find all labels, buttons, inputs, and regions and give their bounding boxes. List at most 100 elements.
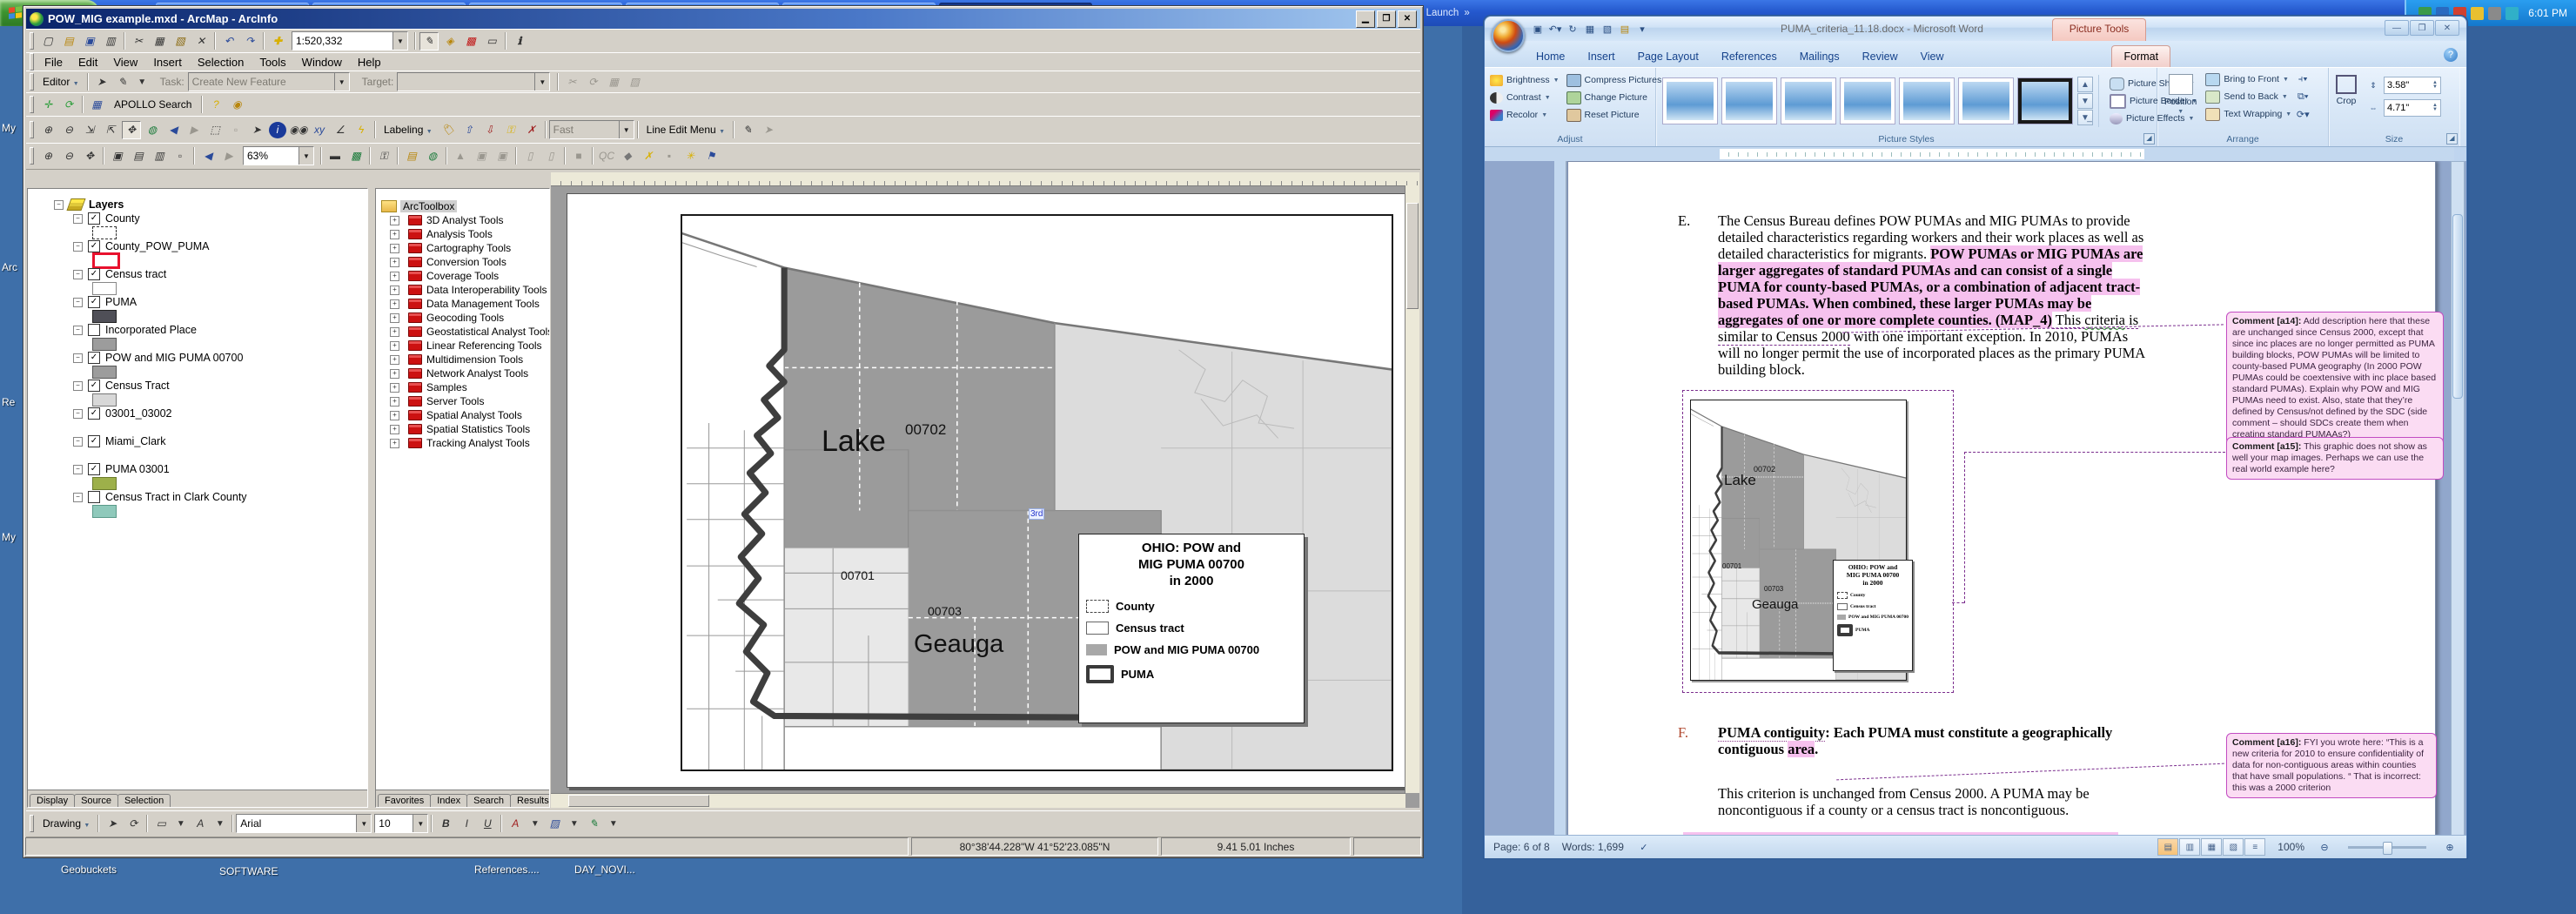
toolbox-item-label[interactable]: Coverage Tools [426, 270, 499, 282]
layer-label[interactable]: 03001_03002 [105, 407, 171, 420]
collapse-icon[interactable]: − [73, 353, 83, 363]
toolbox-item-row[interactable]: + Multidimension Tools [381, 353, 549, 366]
query-doc-icon[interactable]: ? [206, 96, 225, 114]
toolbox-item-row[interactable]: + Conversion Tools [381, 255, 549, 269]
desktop-icon-label[interactable]: Re [2, 396, 21, 408]
apollo-search-button[interactable]: APOLLO Search [107, 98, 198, 111]
layer-symbol-swatch[interactable] [92, 505, 117, 518]
layer-label[interactable]: Census Tract [105, 380, 170, 392]
editor-menu-button[interactable]: Editor ▼ [37, 76, 84, 88]
page2-icon[interactable]: ▯ [541, 147, 560, 165]
ribbon-tab-format[interactable]: Format [2111, 45, 2170, 67]
save-icon[interactable]: ▣ [1530, 22, 1546, 37]
expand-icon[interactable]: + [390, 383, 399, 393]
tool-c-icon[interactable]: ▣ [493, 147, 512, 165]
sketch-tool-pencil-icon[interactable]: ✎ [113, 73, 132, 91]
sketch-properties-icon[interactable]: ▨ [625, 73, 644, 91]
menu-item[interactable]: File [37, 54, 70, 71]
full-extent-globe-icon[interactable]: ◍ [143, 121, 162, 139]
word-horizontal-ruler[interactable] [1485, 147, 2454, 161]
attributes-icon[interactable]: ▦ [604, 73, 623, 91]
hyperlink-lightning-icon[interactable]: ϟ [352, 121, 371, 139]
layer-checkbox[interactable]: ✓ [88, 240, 100, 252]
expand-icon[interactable]: + [390, 258, 399, 267]
rotate-element-icon[interactable]: ⟳ [124, 815, 143, 833]
clear-selection-icon[interactable]: ▫ [226, 121, 245, 139]
collapse-icon[interactable]: − [73, 270, 83, 279]
expand-icon[interactable]: + [390, 299, 399, 309]
styles-scroll-up-icon[interactable]: ▲ [2077, 77, 2093, 92]
lock-icon[interactable]: ⚿ [374, 147, 393, 165]
reset-picture-button[interactable]: Reset Picture [1563, 106, 1666, 124]
comment-a14[interactable]: Comment [a14]: Add description here that… [2226, 312, 2444, 445]
open-template-icon[interactable]: ▤ [402, 147, 421, 165]
layer-symbol-swatch[interactable] [92, 338, 117, 351]
close-button[interactable]: ✕ [1398, 10, 1417, 28]
toolbox-item-label[interactable]: Tracking Analyst Tools [426, 437, 530, 449]
zoom-in-icon[interactable]: ⊕ [2442, 840, 2458, 855]
layer-checkbox[interactable]: ✓ [88, 435, 100, 447]
refresh-document-icon[interactable]: ⟳ [59, 96, 78, 114]
toc-tab[interactable]: Source [74, 794, 118, 807]
layer-checkbox[interactable]: ✓ [88, 380, 100, 392]
expand-icon[interactable]: + [390, 272, 399, 281]
undo-icon[interactable]: ↶▾ [1547, 22, 1563, 37]
arctoolbox-root-row[interactable]: ArcToolbox [381, 199, 549, 213]
redo-icon[interactable]: ↷ [240, 32, 259, 50]
size-dialog-launcher-icon[interactable]: ◢ [2446, 133, 2458, 144]
line-color-icon[interactable]: ✎ [584, 815, 603, 833]
label-weight-icon[interactable]: ⇩ [480, 121, 500, 139]
layout-page[interactable]: Lake 00702 00701 00703 Geauga 3rd OHIO: … [567, 193, 1412, 788]
change-picture-button[interactable]: Change Picture [1563, 89, 1666, 106]
text-tool-icon[interactable]: A [191, 815, 210, 833]
styles-more-icon[interactable]: ▼̲ [2077, 110, 2093, 125]
zoom-slider-thumb[interactable] [2383, 842, 2392, 855]
copy-icon[interactable]: ▦ [150, 32, 169, 50]
layout-zoom-combo[interactable]: 63%▼ [243, 146, 314, 165]
collapse-icon[interactable]: − [73, 437, 83, 447]
layer-label[interactable]: PUMA [105, 296, 137, 308]
ribbon-tab[interactable]: View [1909, 46, 1955, 67]
figure-map-image[interactable]: Lake 00702 00701 00703 Geauga OHIO: POW … [1690, 400, 1907, 681]
toolbox-item-label[interactable]: Conversion Tools [426, 256, 506, 268]
draft-view-icon[interactable]: ≡ [2244, 838, 2265, 856]
identify-icon[interactable]: i [268, 121, 287, 139]
menu-item[interactable]: Insert [146, 54, 189, 71]
word-vertical-scrollbar[interactable] [2451, 161, 2465, 837]
toggle-draft-icon[interactable]: ▬ [325, 147, 345, 165]
layout-zoom-in-icon[interactable]: ⊕ [38, 147, 57, 165]
toolbar-grip[interactable] [30, 53, 34, 71]
pan-hand-icon[interactable]: ✥ [122, 121, 141, 139]
expand-icon[interactable]: + [390, 313, 399, 323]
picture-style-thumbnail[interactable] [1841, 78, 1895, 124]
layer-row[interactable]: − ✓ Census Tract in Clark County [54, 490, 367, 504]
layer-checkbox[interactable]: ✓ [88, 324, 100, 336]
layer-checkbox[interactable]: ✓ [88, 296, 100, 308]
desktop-icon-label[interactable]: My [2, 122, 21, 134]
minimize-button[interactable]: — [2385, 20, 2409, 36]
zoom-out-icon[interactable]: ⊖ [2317, 840, 2332, 855]
toolbox-item-label[interactable]: Data Management Tools [426, 298, 540, 310]
toolbox-item-label[interactable]: 3D Analyst Tools [426, 214, 504, 226]
expand-icon[interactable]: + [390, 397, 399, 407]
table-icon[interactable]: ▦ [1582, 22, 1598, 37]
compress-pictures-button[interactable]: Compress Pictures [1563, 71, 1666, 89]
layer-label[interactable]: Census tract [105, 268, 166, 280]
arctoolbox-tab[interactable]: Index [430, 794, 467, 807]
map-legend[interactable]: OHIO: POW and MIG PUMA 00700 in 2000 Cou… [1078, 534, 1305, 723]
menu-item[interactable]: Tools [252, 54, 292, 71]
desktop-icon-label[interactable]: Arc [2, 261, 21, 273]
layout-pan-icon[interactable]: ✥ [80, 147, 99, 165]
toolbox-item-row[interactable]: + Spatial Statistics Tools [381, 422, 549, 436]
globe-query-icon[interactable]: ◉ [227, 96, 246, 114]
restore-button[interactable]: ❐ [2410, 20, 2434, 36]
bold-icon[interactable]: B [436, 815, 455, 833]
zoom-in-icon[interactable]: ⊕ [38, 121, 57, 139]
group-icon[interactable]: ⧉▾ [2295, 90, 2311, 104]
zoom-100-icon[interactable]: ▤ [129, 147, 148, 165]
expand-icon[interactable]: + [390, 369, 399, 379]
layer-label[interactable]: County_POW_PUMA [105, 240, 209, 252]
expand-icon[interactable]: + [390, 411, 399, 420]
collapse-icon[interactable]: − [73, 409, 83, 419]
apollo-grid-icon[interactable]: ▦ [87, 96, 106, 114]
